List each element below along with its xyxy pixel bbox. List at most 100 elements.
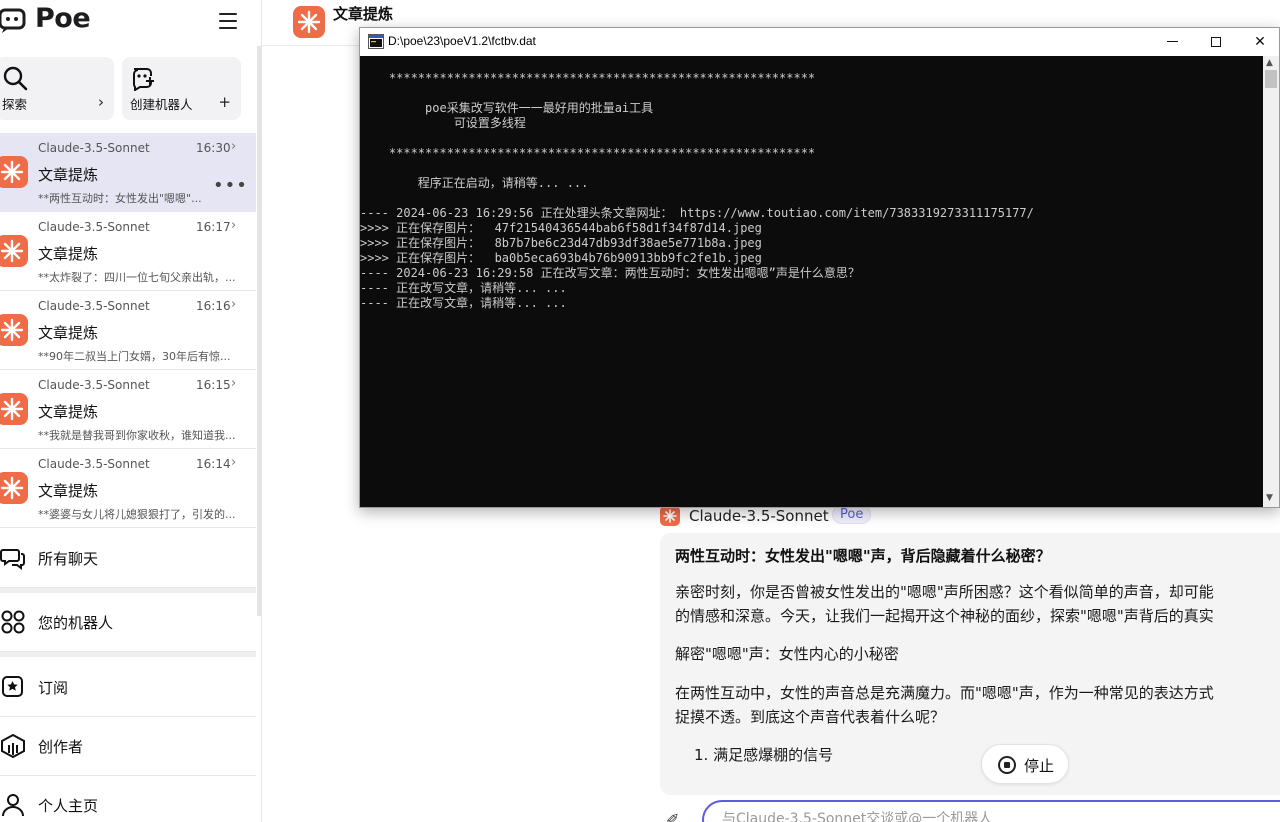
chat-time: 16:15 <box>196 378 231 392</box>
logo-text[interactable]: Poe <box>35 3 91 34</box>
stop-label: 停止 <box>1024 757 1055 775</box>
chat-item[interactable]: Claude-3.5-Sonnet 16:30 › 文章提炼 **两性互动时：女性发出"… <box>0 133 256 212</box>
more-options-icon[interactable]: ••• <box>213 175 248 196</box>
scroll-thumb[interactable] <box>1265 70 1277 88</box>
chevron-right-icon: › <box>231 139 237 154</box>
close-button[interactable]: ✕ <box>1238 28 1280 56</box>
close-icon: ✕ <box>1254 34 1266 50</box>
create-bot-icon <box>132 68 154 91</box>
sidebar-item-bots-grid[interactable]: 您的机器人 <box>0 593 256 652</box>
maximize-button[interactable] <box>1194 28 1238 56</box>
chat-preview: **太炸裂了：四川一位七旬父亲出轨，... <box>38 271 236 284</box>
chat-time: 16:17 <box>196 220 231 234</box>
message-input[interactable] <box>722 811 1280 822</box>
chat-time: 16:14 <box>196 457 231 471</box>
chevron-right-icon: › <box>98 93 104 111</box>
poe-logo-icon[interactable] <box>0 8 26 34</box>
chat-preview: **我就是替我哥到你家收秋，谁知道我... <box>38 429 236 442</box>
message-paragraph: 亲密时刻，你是否曾被女性发出的"嗯嗯"声所困惑？这个看似简单的声音，却可能 <box>675 583 1214 601</box>
sidebar-item-label: 订阅 <box>38 679 69 697</box>
console-window[interactable]: D:\poe\23\poeV1.2\fctbv.dat ✕ **********… <box>359 27 1280 508</box>
chat-item[interactable]: Claude-3.5-Sonnet 16:15 › 文章提炼 **我就是替我哥到你家收秋… <box>0 370 256 449</box>
message-composer[interactable] <box>702 800 1280 822</box>
chevron-right-icon: › <box>231 218 237 233</box>
sidebar: Poe 探索 › 创建机器人 + Claude-3.5-Sonnet 16:30 ›… <box>0 0 262 822</box>
profile-icon <box>2 794 24 817</box>
claude-bot-icon[interactable] <box>660 506 680 526</box>
sidebar-divider <box>0 652 256 657</box>
sidebar-item-label: 个人主页 <box>38 797 99 815</box>
claude-bot-icon <box>0 393 28 425</box>
claude-bot-icon <box>0 472 28 504</box>
menu-icon[interactable] <box>219 13 237 29</box>
maximize-icon <box>1211 37 1221 47</box>
chat-bot-name: Claude-3.5-Sonnet <box>38 457 150 471</box>
bot-message: 两性互动时：女性发出"嗯嗯"声，背后隐藏着什么秘密？ 亲密时刻，你是否曾被女性发… <box>660 533 1280 795</box>
chat-title: 文章提炼 <box>38 482 99 500</box>
sidebar-item-label: 您的机器人 <box>38 614 114 632</box>
sidebar-item-label: 创作者 <box>38 738 84 756</box>
explore-label: 探索 <box>2 97 28 112</box>
message-bot-name[interactable]: Claude-3.5-Sonnet <box>689 507 829 525</box>
minimize-button[interactable] <box>1150 28 1194 56</box>
message-paragraph: 解密"嗯嗯"声：女性内心的小秘密 <box>675 645 899 663</box>
chat-preview: **90年二叔当上门女婿，30年后有惊... <box>38 350 231 363</box>
chat-item[interactable]: Claude-3.5-Sonnet 16:14 › 文章提炼 **婆婆与女儿将儿媳狠狠打… <box>0 449 256 528</box>
chat-title: 文章提炼 <box>38 324 99 342</box>
message-paragraph: 的情感和深意。今天，让我们一起揭开这个神秘的面纱，探索"嗯嗯"声背后的真实 <box>675 607 1214 625</box>
chat-title: 文章提炼 <box>38 403 99 421</box>
claude-bot-icon <box>0 156 28 188</box>
creator-icon <box>1 733 25 759</box>
minimize-icon <box>1166 40 1178 42</box>
stop-button[interactable]: 停止 <box>981 744 1069 784</box>
chevron-right-icon: › <box>231 297 237 312</box>
chat-title: 文章提炼 <box>38 245 99 263</box>
claude-bot-icon <box>0 235 28 267</box>
console-text: ****************************************… <box>360 71 1034 310</box>
explore-button[interactable]: 探索 › <box>0 57 114 120</box>
plus-icon: + <box>218 93 231 111</box>
sidebar-scrollbar[interactable] <box>257 46 262 616</box>
chat-item[interactable]: Claude-3.5-Sonnet 16:17 › 文章提炼 **太炸裂了：四川一位七旬… <box>0 212 256 291</box>
chat-bot-name: Claude-3.5-Sonnet <box>38 141 150 155</box>
scroll-down-icon[interactable]: ▼ <box>1266 493 1273 503</box>
chat-preview: **两性互动时：女性发出"嗯嗯"... <box>38 192 202 205</box>
claude-bot-icon[interactable] <box>293 6 325 38</box>
chat-time: 16:30 <box>196 141 231 155</box>
search-icon <box>3 66 28 91</box>
chevron-right-icon: › <box>231 376 237 391</box>
chat-preview: **婆婆与女儿将儿媳狠狠打了，引发的... <box>38 508 236 521</box>
logo-row: Poe <box>0 0 261 46</box>
stop-icon <box>998 756 1016 774</box>
console-title: D:\poe\23\poeV1.2\fctbv.dat <box>388 34 536 48</box>
chat-bot-name: Claude-3.5-Sonnet <box>38 220 150 234</box>
chat-item[interactable]: Claude-3.5-Sonnet 16:16 › 文章提炼 **90年二叔当上门女婿，… <box>0 291 256 370</box>
sidebar-item-profile[interactable]: 个人主页 <box>0 776 256 822</box>
message-paragraph: 在两性互动中，女性的声音总是充满魔力。而"嗯嗯"声，作为一种常见的表达方式 <box>675 684 1214 702</box>
create-bot-label: 创建机器人 <box>130 97 193 112</box>
subscription-icon <box>2 676 23 697</box>
chat-bot-name: Claude-3.5-Sonnet <box>38 299 150 313</box>
sidebar-item-chat-bubbles[interactable]: 所有聊天 <box>0 529 256 588</box>
chat-title: 文章提炼 <box>38 166 99 184</box>
sidebar-item-creator[interactable]: 创作者 <box>0 717 256 776</box>
sidebar-item-subscription[interactable]: 订阅 <box>0 658 256 717</box>
console-scrollbar[interactable]: ▲ ▼ <box>1263 56 1279 507</box>
message-heading: 两性互动时：女性发出"嗯嗯"声，背后隐藏着什么秘密？ <box>675 547 1051 565</box>
chat-bot-name: Claude-3.5-Sonnet <box>38 378 150 392</box>
console-app-icon <box>368 34 384 49</box>
sidebar-item-label: 所有聊天 <box>38 550 99 568</box>
chat-time: 16:16 <box>196 299 231 313</box>
console-titlebar[interactable]: D:\poe\23\poeV1.2\fctbv.dat ✕ <box>360 28 1279 56</box>
chat-title: 文章提炼 <box>333 5 394 23</box>
console-output[interactable]: ****************************************… <box>360 56 1263 507</box>
scroll-up-icon[interactable]: ▲ <box>1266 58 1273 68</box>
clear-context-icon[interactable]: ✐ <box>666 810 679 822</box>
chat-bubbles-icon <box>0 549 25 570</box>
message-paragraph: 捉摸不透。到底这个声音代表着什么呢？ <box>675 708 946 726</box>
claude-bot-icon <box>0 314 28 346</box>
bots-grid-icon <box>1 610 25 634</box>
chevron-right-icon: › <box>231 455 237 470</box>
message-list-item: 1. 满足感爆棚的信号 <box>694 746 834 764</box>
create-bot-button[interactable]: 创建机器人 + <box>122 57 241 120</box>
